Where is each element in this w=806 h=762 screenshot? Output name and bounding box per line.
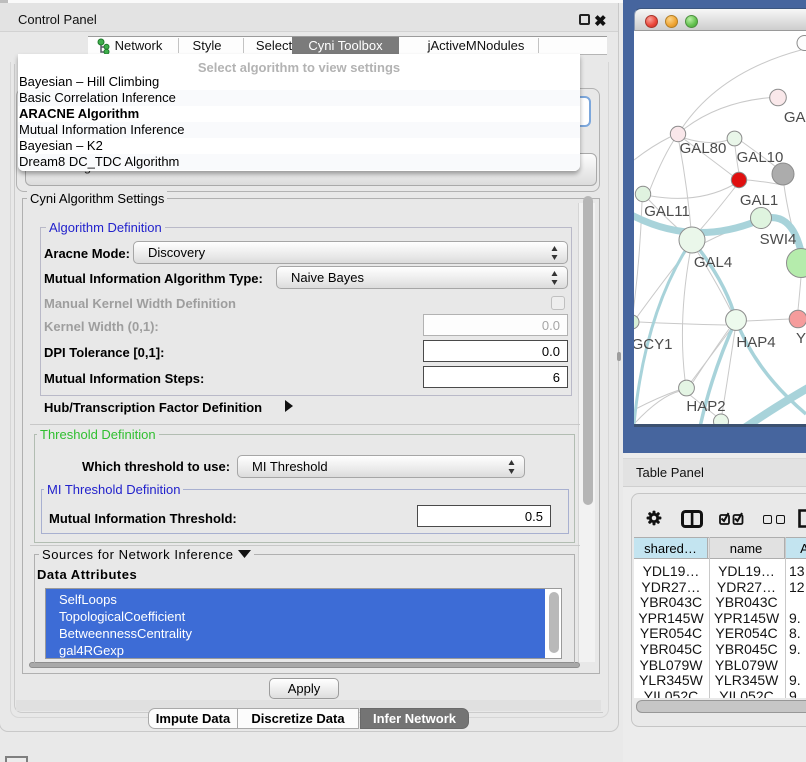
svg-text:GCY1: GCY1: [634, 336, 672, 353]
svg-text:SWI4: SWI4: [760, 231, 797, 248]
svg-text:GAL10: GAL10: [737, 149, 784, 166]
svg-text:GAL80: GAL80: [680, 140, 727, 157]
svg-text:HAP4: HAP4: [736, 334, 775, 351]
svg-text:GAL11: GAL11: [644, 203, 690, 220]
svg-text:YP: YP: [796, 330, 806, 347]
svg-text:HAP2: HAP2: [686, 398, 725, 415]
svg-text:GAL7: GAL7: [784, 109, 806, 126]
svg-text:GAL4: GAL4: [694, 254, 732, 271]
svg-text:GAL1: GAL1: [740, 192, 778, 209]
